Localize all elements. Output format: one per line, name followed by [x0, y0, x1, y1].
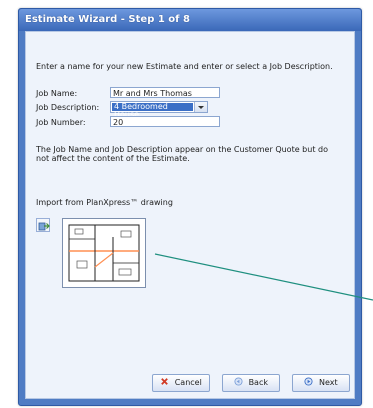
chevron-down-icon[interactable] [194, 102, 207, 112]
import-button[interactable] [36, 218, 50, 232]
window-title: Estimate Wizard - Step 1 of 8 [25, 14, 190, 25]
back-button[interactable]: Back [222, 374, 280, 392]
job-number-label: Job Number: [36, 118, 86, 127]
next-button-label: Next [318, 378, 338, 387]
wizard-client-area: Enter a name for your new Estimate and e… [25, 31, 355, 399]
estimate-wizard-window: Estimate Wizard - Step 1 of 8 Enter a na… [18, 8, 362, 406]
title-bar[interactable]: Estimate Wizard - Step 1 of 8 [19, 9, 361, 31]
note-text: The Job Name and Job Description appear … [36, 145, 328, 163]
cancel-button-label: Cancel [174, 378, 202, 387]
cancel-button[interactable]: Cancel [152, 374, 210, 392]
instruction-text: Enter a name for your new Estimate and e… [36, 62, 333, 71]
back-button-label: Back [248, 378, 268, 387]
drawing-thumbnail [62, 218, 146, 288]
x-icon [161, 378, 169, 385]
job-description-select[interactable]: 4 Bedroomed House [110, 101, 208, 119]
import-icon [38, 222, 50, 231]
job-name-field[interactable]: Mr and Mrs Thomas [110, 87, 220, 98]
job-name-label: Job Name: [36, 89, 78, 98]
job-number-field[interactable]: 20 [110, 116, 220, 127]
job-description-label: Job Description: [36, 103, 100, 112]
floorplan-preview [68, 224, 140, 282]
job-description-value: 4 Bedroomed House [112, 103, 193, 119]
import-label: Import from PlanXpress™ drawing [36, 198, 173, 207]
back-icon [234, 377, 243, 386]
next-icon [304, 377, 313, 386]
next-button[interactable]: Next [292, 374, 350, 392]
